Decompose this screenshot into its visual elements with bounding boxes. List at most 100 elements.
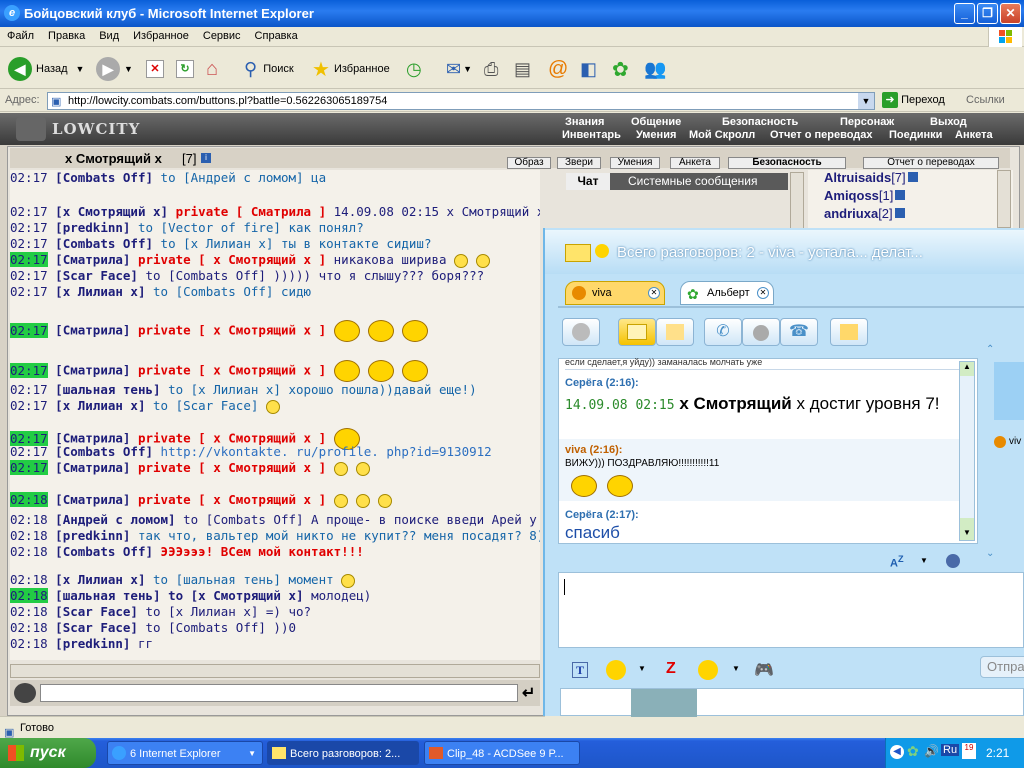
maximize-button[interactable]: ❐ xyxy=(977,3,998,24)
settings-icon[interactable] xyxy=(946,554,960,568)
games-icon[interactable]: 🎮 xyxy=(754,660,774,680)
chat-nick[interactable]: [Сматрила] xyxy=(55,492,130,507)
user-list-item[interactable]: Amiqoss[1] xyxy=(824,188,906,203)
call-button[interactable]: ✆ xyxy=(704,318,742,346)
print-button[interactable]: ⎙ xyxy=(484,57,498,81)
text-format-icon[interactable]: T xyxy=(572,662,588,678)
history-button[interactable] xyxy=(830,318,868,346)
chat-nick[interactable]: [шальная тень] xyxy=(55,588,160,603)
chat-nick[interactable]: [Scar Face] xyxy=(55,620,138,635)
tab-albert[interactable]: ✿ Альберт ✕ xyxy=(680,281,774,305)
emoticon-icon[interactable] xyxy=(606,660,626,680)
tab-system-messages[interactable]: Системные сообщения xyxy=(628,174,758,188)
task-internet-explorer[interactable]: 6 Internet Explorer ▼ xyxy=(107,741,263,765)
info-icon[interactable] xyxy=(895,190,906,200)
video-button[interactable] xyxy=(742,318,780,346)
chat-nick[interactable]: [Combats Off] xyxy=(55,170,153,185)
home-button[interactable]: ⌂ xyxy=(206,57,218,81)
message-scrollbar[interactable]: ▲ ▼ xyxy=(959,361,975,541)
search-button[interactable]: ⚲ Поиск xyxy=(244,57,294,81)
user-list-item[interactable]: Altruisaids[7] xyxy=(824,170,918,185)
calendar-icon[interactable]: 19 xyxy=(962,743,976,759)
speaker-icon[interactable]: 🔊 xyxy=(924,744,939,758)
mail-button[interactable]: ✉ ▼ xyxy=(446,57,472,81)
edit-button[interactable]: ▤ xyxy=(514,57,531,81)
favorites-button[interactable]: ★ Избранное xyxy=(312,57,390,81)
history-button[interactable]: ◷ xyxy=(406,57,422,81)
chat-private-tag[interactable]: private [ Сматрила ] xyxy=(176,204,327,219)
chat-nick[interactable]: [predkinn] xyxy=(55,636,130,651)
nudge-icon[interactable]: Z xyxy=(666,660,676,678)
userlist-scrollbar[interactable] xyxy=(997,170,1011,228)
menu-favorites[interactable]: Избранное xyxy=(126,27,196,45)
chat-nick[interactable]: [x Лилиан x] xyxy=(55,398,145,413)
tab-chat[interactable]: Чат xyxy=(566,173,610,190)
chat-link[interactable]: http://vkontakte. ru/profile. php?id=913… xyxy=(161,444,492,459)
chat-button[interactable] xyxy=(618,318,656,346)
send-button[interactable]: Отпра xyxy=(980,656,1024,678)
fist-icon[interactable] xyxy=(14,683,36,703)
add-contact-button[interactable] xyxy=(562,318,600,346)
chat-private-tag[interactable]: private [ x Смотрящий x ] xyxy=(138,323,326,338)
menu-tools[interactable]: Сервис xyxy=(196,27,248,45)
links-button[interactable]: Ссылки xyxy=(966,94,1005,106)
nav-communication[interactable]: Общение xyxy=(631,116,681,128)
close-tab-icon[interactable]: ✕ xyxy=(757,287,769,299)
chat-private-tag[interactable]: private [ x Смотрящий x ] xyxy=(138,363,326,378)
contacts-button[interactable]: 👥 xyxy=(644,57,666,81)
menu-file[interactable]: Файл xyxy=(0,27,41,45)
nav-transfer-report[interactable]: Отчет о переводах xyxy=(770,129,873,141)
chat-recipient[interactable]: to [x Смотрящий x] xyxy=(168,588,303,603)
close-tab-icon[interactable]: ✕ xyxy=(648,287,660,299)
nav-battles[interactable]: Поединки xyxy=(889,129,942,141)
wink-icon[interactable] xyxy=(698,660,718,680)
icq-button[interactable]: ✿ xyxy=(612,57,629,81)
refresh-button[interactable]: ↻ xyxy=(176,57,194,81)
close-button[interactable]: ✕ xyxy=(1000,3,1021,24)
dropdown-arrow-icon[interactable]: ▼ xyxy=(858,93,874,109)
dropdown-arrow-icon[interactable]: ▼ xyxy=(920,556,928,565)
chat-nick[interactable]: [Scar Face] xyxy=(55,604,138,619)
chat-nick[interactable]: [Сматрила] xyxy=(55,252,130,267)
nav-skills[interactable]: Умения xyxy=(636,129,676,141)
chat-nick[interactable]: [Андрей с ломом] xyxy=(55,512,175,527)
menu-help[interactable]: Справка xyxy=(248,27,305,45)
nav-character[interactable]: Персонаж xyxy=(840,116,894,128)
send-arrow-icon[interactable]: ↵ xyxy=(522,683,535,703)
address-input[interactable]: ▣ http://lowcity.combats.com/buttons.pl?… xyxy=(47,92,875,110)
back-button[interactable]: ◀ Назад ▼ xyxy=(8,57,84,81)
fax-button[interactable]: ☎ xyxy=(780,318,818,346)
icq-flower-icon[interactable]: ✿ xyxy=(907,743,919,760)
task-acdsee[interactable]: Clip_48 - ACDSee 9 P... xyxy=(424,741,580,765)
tab-beasts[interactable]: Звери xyxy=(557,157,601,169)
collapse-up-icon[interactable]: ⌃ xyxy=(986,344,994,355)
stop-button[interactable]: ✕ xyxy=(146,57,164,81)
menu-edit[interactable]: Правка xyxy=(41,27,92,45)
chat-nick[interactable]: [x Смотрящий x] xyxy=(55,204,168,219)
minimize-button[interactable]: _ xyxy=(954,3,975,24)
chat-nick[interactable]: [Сматрила] xyxy=(55,323,130,338)
dropdown-arrow-icon[interactable]: ▼ xyxy=(638,664,646,673)
forward-button[interactable]: ▶ ▼ xyxy=(96,57,133,81)
chat-nick[interactable]: [шальная тень] xyxy=(55,382,160,397)
chat-nick[interactable]: [Combats Off] xyxy=(55,236,153,251)
chat-private-tag[interactable]: private [ x Смотрящий x ] xyxy=(138,492,326,507)
dropdown-arrow-icon[interactable]: ▼ xyxy=(732,664,740,673)
info-icon[interactable] xyxy=(907,172,918,182)
lang-indicator[interactable]: Ru xyxy=(941,744,960,756)
nav-inventory[interactable]: Инвентарь xyxy=(562,129,621,141)
chat-nick[interactable]: [x Лилиан x] xyxy=(55,284,145,299)
chat-nick[interactable]: [Combats Off] xyxy=(55,544,153,559)
collapse-down-icon[interactable]: ⌄ xyxy=(986,548,994,559)
nav-my-scroll[interactable]: Мой Скролл xyxy=(689,129,755,141)
chat-hscrollbar[interactable] xyxy=(10,664,540,678)
info-icon[interactable] xyxy=(894,208,905,218)
nav-exit[interactable]: Выход xyxy=(930,116,967,128)
chat-private-tag[interactable]: private [ x Смотрящий x ] xyxy=(138,252,326,267)
chat-input[interactable] xyxy=(40,684,518,702)
tab-image[interactable]: Образ xyxy=(507,157,551,169)
tab-security[interactable]: Безопасность xyxy=(728,157,846,169)
start-button[interactable]: пуск xyxy=(0,738,96,768)
menu-view[interactable]: Вид xyxy=(92,27,126,45)
message-input[interactable] xyxy=(558,572,1024,648)
